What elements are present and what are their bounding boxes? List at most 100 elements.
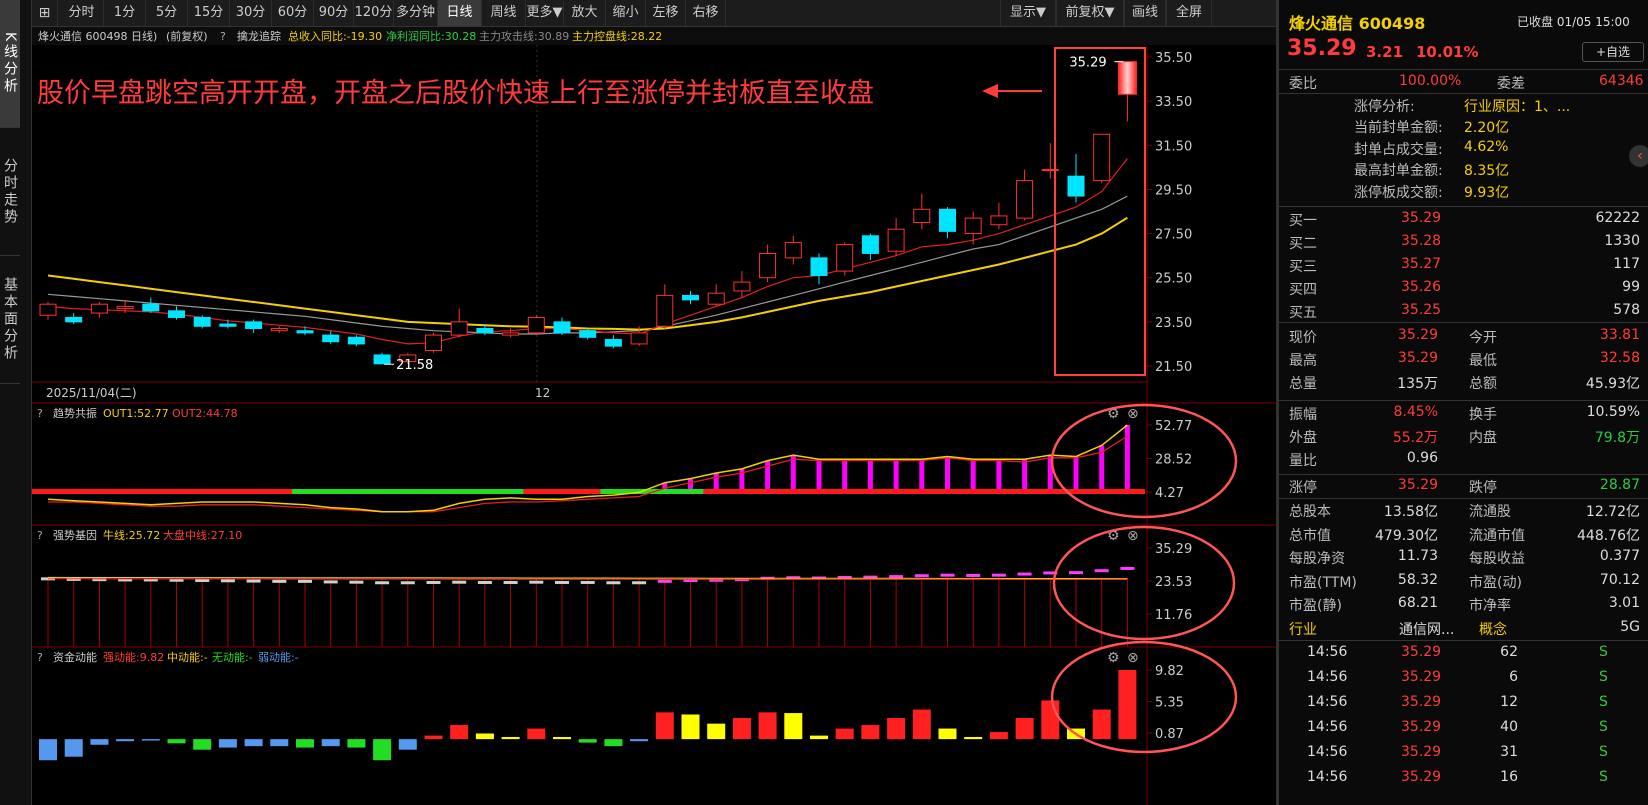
quote-value: 8.45% [1393,404,1438,420]
fund-bar [732,718,751,740]
period-button-2[interactable]: 1分 [104,0,146,26]
left-tab-2[interactable]: 分时走势 [0,128,20,256]
bid-volume: 117 [1613,256,1640,272]
collapse-arrow-icon[interactable]: ‹ [1629,145,1648,167]
period-button-5[interactable]: 30分 [230,0,272,26]
help-icon[interactable]: ? [37,529,43,542]
close-icon[interactable]: ⊗ [1127,528,1139,544]
trend-bar [713,473,719,489]
tick-price: 35.29 [1401,669,1442,685]
candle-body [270,327,288,332]
fund-bar [681,714,700,740]
bid-volume: 62222 [1595,210,1640,226]
period-button-10[interactable]: 日线 [438,0,482,26]
separator [1279,400,1648,401]
period-button-15[interactable]: 左移 [646,0,686,26]
period-button-9[interactable]: 多分钟 [394,0,438,26]
separator [1279,474,1648,475]
p3-axis-label: 23.53 [1155,575,1192,590]
fund-label: 市净率 [1469,598,1511,614]
panel-value: OUT1:52.77 [103,407,169,420]
tick-volume: 12 [1500,694,1518,710]
p3-axis-label: 35.29 [1155,542,1192,557]
panel-value: 强动能:9.82 [103,650,164,664]
toolbar-right-button-4[interactable]: 全屏 [1166,0,1212,26]
trend-band-segment [317,489,345,494]
period-button-14[interactable]: 缩小 [606,0,646,26]
price-axis-label: 25.50 [1155,272,1192,287]
period-button-8[interactable]: 120分 [354,0,394,26]
gene-marker [400,581,415,585]
fund-bar [475,733,494,740]
left-tab-3[interactable]: 基本面分析 [0,256,20,384]
limit-row-value: 9.93亿 [1464,185,1510,201]
fund-value: 12.72亿 [1585,504,1640,520]
grid-menu-icon[interactable]: ⊞ [32,0,58,26]
quote-value: 45.93亿 [1585,376,1640,392]
trend-band-segment [729,489,756,494]
tick-time: 14:56 [1307,719,1348,735]
trend-band-segment [137,489,165,494]
close-icon[interactable]: ⊗ [1127,650,1139,666]
price-axis-label: 23.50 [1155,316,1192,331]
trend-band-segment [960,489,987,494]
fund-bar [707,723,726,740]
period-button-6[interactable]: 60分 [272,0,314,26]
tick-price: 35.29 [1401,719,1442,735]
add-watchlist-button[interactable]: +自选 [1582,42,1644,62]
trend-band-segment [112,489,139,494]
gene-marker [1120,566,1135,570]
trend-band-segment [497,489,524,494]
fund-bar [193,739,212,750]
gear-icon[interactable]: ⚙ [1107,650,1120,666]
gene-marker [1069,571,1083,575]
left-tab-1[interactable]: K线分析 [0,0,20,128]
period-button-12[interactable]: 更多▼ [526,0,564,26]
toolbar-right-button-1[interactable]: 显示▼ [1000,0,1056,26]
panel-value: 中动能:- [167,650,208,664]
quote-value: 10.59% [1586,404,1640,420]
gene-marker [914,574,929,578]
trend-band-segment [163,489,190,494]
tick-volume: 62 [1500,644,1518,660]
quote-label: 今开 [1469,330,1497,346]
candle-body [90,303,108,314]
concept-value: 5G [1620,619,1640,635]
period-button-1[interactable]: 分时 [60,0,104,26]
fund-label: 总股本 [1289,504,1331,520]
period-button-16[interactable]: 右移 [686,0,726,26]
candle-body [527,316,545,334]
fund-bar [578,739,597,743]
help-icon[interactable]: ? [220,30,226,43]
candle-body [1093,133,1111,182]
quote-value: 33.81 [1599,327,1640,343]
fund-bar [989,732,1008,740]
trend-bar [919,459,925,489]
bid-price: 35.27 [1401,256,1442,272]
candle [425,332,442,353]
fund-bar [810,735,828,740]
period-button-4[interactable]: 15分 [188,0,230,26]
kline-chart-area[interactable]: 烽火通信 600498 日线) (前复权)? 擒龙追踪 总收入同比:-19.30 净利润… [32,27,1276,805]
toolbar-right-button-2[interactable]: 前复权▼ [1056,0,1124,26]
help-icon[interactable]: ? [37,651,43,664]
trend-bar [1022,459,1028,489]
trend-band-segment [189,489,216,494]
weicha-value: 64346 [1599,73,1644,89]
period-button-3[interactable]: 5分 [146,0,188,26]
quote-label: 换手 [1469,407,1497,423]
candle-body [296,330,314,334]
quote-value: 55.2万 [1392,430,1438,446]
period-button-13[interactable]: 放大 [564,0,606,26]
price-axis-label: 31.50 [1155,139,1192,154]
bid-volume: 99 [1622,279,1640,295]
period-button-11[interactable]: 周线 [482,0,526,26]
separator [1279,498,1648,499]
trend-bar [996,459,1002,489]
toolbar-right-button-3[interactable]: 画线 [1124,0,1166,26]
fund-bar [964,737,983,740]
close-icon[interactable]: ⊗ [1127,406,1139,422]
fund-bar [373,739,392,761]
help-icon[interactable]: ? [37,407,43,420]
period-button-7[interactable]: 90分 [314,0,354,26]
